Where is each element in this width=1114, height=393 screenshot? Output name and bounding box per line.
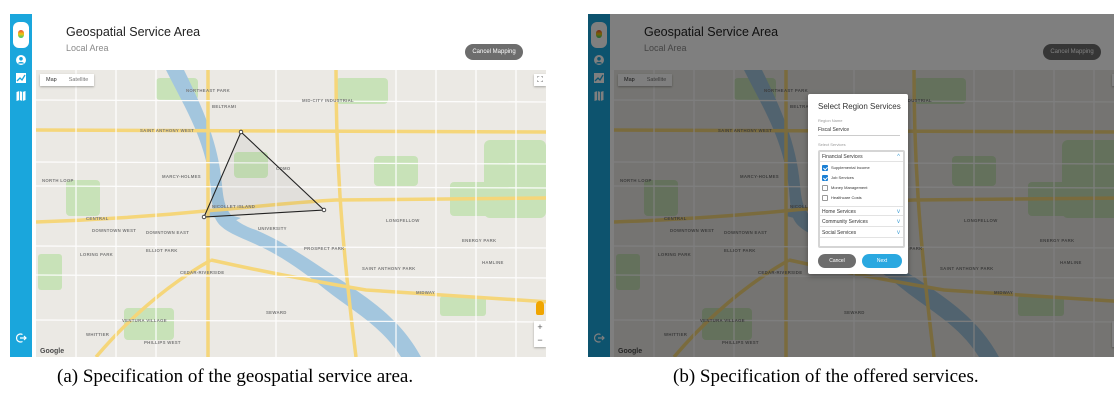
- option-supplemental-income[interactable]: Supplemental Income: [822, 164, 870, 173]
- cancel-button[interactable]: Cancel: [818, 254, 856, 268]
- caption-b: (b) Specification of the offered service…: [673, 366, 979, 387]
- dialog-title: Select Region Services: [818, 102, 901, 111]
- section-label: Community Services: [822, 219, 868, 225]
- section-label: Financial Services: [822, 154, 863, 160]
- sidebar: [10, 14, 32, 357]
- section-community-services[interactable]: Community Services v: [820, 217, 903, 227]
- map[interactable]: NORTHEAST PARK BELTRAMI SAINT ANTHONY WE…: [36, 70, 546, 357]
- option-label: Healthcare Costs: [831, 195, 862, 200]
- checkbox[interactable]: [822, 195, 828, 201]
- option-healthcare-costs[interactable]: Healthcare Costs: [822, 194, 862, 203]
- divider: [818, 135, 900, 136]
- region-name-label: Region Name: [818, 118, 843, 123]
- checkbox-checked[interactable]: [822, 165, 828, 171]
- user-icon[interactable]: [15, 54, 27, 66]
- chevron-up-icon: ^: [897, 154, 900, 160]
- screenshot-select-services: Geospatial Service Area Local Area Cance…: [588, 14, 1114, 357]
- chart-icon[interactable]: [15, 72, 27, 84]
- next-button[interactable]: Next: [862, 254, 902, 268]
- region-name-field[interactable]: Fiscal Service: [818, 127, 849, 133]
- cancel-mapping-button[interactable]: Cancel Mapping: [465, 44, 523, 60]
- caption-a: (a) Specification of the geospatial serv…: [57, 366, 414, 387]
- option-job-services[interactable]: Job Services: [822, 174, 854, 183]
- page-subtitle: Local Area: [66, 43, 109, 53]
- checkbox[interactable]: [822, 185, 828, 191]
- screenshot-service-area: Geospatial Service Area Local Area Cance…: [10, 14, 546, 357]
- services-list: Financial Services ^ Supplemental Income…: [818, 150, 905, 248]
- polygon-vertex[interactable]: [321, 207, 327, 213]
- option-money-management[interactable]: Money Management: [822, 184, 867, 193]
- service-area-polygon[interactable]: [36, 70, 546, 357]
- section-financial-services[interactable]: Financial Services ^: [820, 152, 903, 162]
- chevron-down-icon: v: [897, 230, 900, 236]
- section-label: Home Services: [822, 209, 856, 215]
- map-icon[interactable]: [15, 90, 27, 102]
- option-label: Supplemental Income: [831, 165, 870, 170]
- polygon-vertex[interactable]: [201, 214, 207, 220]
- chevron-down-icon: v: [897, 209, 900, 215]
- app-logo[interactable]: [13, 22, 29, 48]
- select-region-services-dialog: Select Region Services Region Name Fisca…: [808, 94, 908, 274]
- polygon-vertex[interactable]: [238, 129, 244, 135]
- section-label: Social Services: [822, 230, 857, 236]
- logout-icon[interactable]: [15, 332, 27, 344]
- section-home-services[interactable]: Home Services v: [820, 206, 903, 216]
- option-label: Money Management: [831, 185, 868, 190]
- select-services-label: Select Services: [818, 142, 846, 147]
- checkbox-checked[interactable]: [822, 175, 828, 181]
- page-title: Geospatial Service Area: [66, 25, 201, 39]
- option-label: Job Services: [831, 175, 854, 180]
- section-social-services[interactable]: Social Services v: [820, 228, 903, 238]
- chevron-down-icon: v: [897, 219, 900, 225]
